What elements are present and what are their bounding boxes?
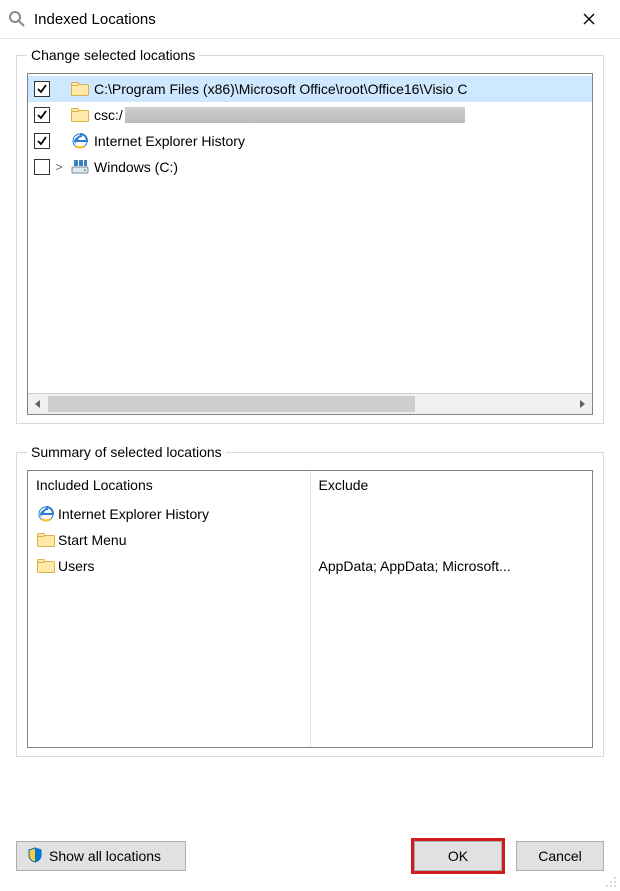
scroll-right-arrow-icon[interactable]	[572, 394, 592, 414]
included-row[interactable]: Users	[36, 553, 302, 579]
ie-icon	[70, 132, 90, 150]
expand-arrow-icon[interactable]: >	[52, 160, 66, 174]
resize-grip-icon[interactable]	[603, 874, 617, 888]
change-locations-legend: Change selected locations	[27, 47, 199, 63]
folder-icon	[70, 106, 90, 124]
included-row[interactable]: Start Menu	[36, 527, 302, 553]
included-label: Internet Explorer History	[58, 506, 209, 522]
exclude-text: AppData; AppData; Microsoft...	[319, 558, 511, 574]
show-all-label: Show all locations	[49, 848, 161, 864]
summary-legend: Summary of selected locations	[27, 444, 226, 460]
tree-row[interactable]: > Windows (C:)	[28, 154, 592, 180]
locations-tree[interactable]: C:\Program Files (x86)\Microsoft Office\…	[27, 73, 593, 415]
exclude-row[interactable]	[319, 501, 585, 527]
ie-icon	[36, 505, 56, 523]
summary-group: Summary of selected locations Included L…	[16, 444, 604, 757]
window-title: Indexed Locations	[34, 11, 566, 28]
checkbox[interactable]	[34, 81, 50, 97]
ok-button[interactable]: OK	[414, 841, 502, 871]
tree-row-label: Windows (C:)	[92, 159, 178, 175]
included-label: Start Menu	[58, 532, 126, 548]
redacted-text	[125, 107, 465, 123]
exclude-row[interactable]: AppData; AppData; Microsoft...	[319, 553, 585, 579]
drive-icon	[70, 158, 90, 176]
shield-icon	[27, 847, 43, 866]
dialog-footer: Show all locations OK Cancel	[0, 827, 620, 891]
show-all-locations-button[interactable]: Show all locations	[16, 841, 186, 871]
summary-list[interactable]: Included Locations Internet Explorer His…	[27, 470, 593, 748]
title-bar: Indexed Locations	[0, 0, 620, 39]
close-icon	[583, 13, 595, 25]
app-icon	[8, 10, 26, 28]
checkbox[interactable]	[34, 133, 50, 149]
exclude-row[interactable]	[319, 527, 585, 553]
tree-row[interactable]: Internet Explorer History	[28, 128, 592, 154]
included-header: Included Locations	[28, 471, 310, 501]
folder-icon	[36, 531, 56, 549]
included-column: Included Locations Internet Explorer His…	[28, 471, 310, 747]
tree-row-label: C:\Program Files (x86)\Microsoft Office\…	[92, 81, 467, 97]
scroll-track[interactable]	[48, 396, 572, 412]
folder-icon	[70, 80, 90, 98]
cancel-button[interactable]: Cancel	[516, 841, 604, 871]
folder-icon	[36, 557, 56, 575]
change-locations-group: Change selected locations C:\Program Fil…	[16, 47, 604, 424]
exclude-column: Exclude AppData; AppData; Microsoft...	[310, 471, 593, 747]
checkbox[interactable]	[34, 159, 50, 175]
included-row[interactable]: Internet Explorer History	[36, 501, 302, 527]
tree-row-label: csc:/	[92, 107, 123, 123]
included-label: Users	[58, 558, 95, 574]
scroll-left-arrow-icon[interactable]	[28, 394, 48, 414]
checkbox[interactable]	[34, 107, 50, 123]
exclude-header: Exclude	[311, 471, 593, 501]
close-button[interactable]	[566, 4, 612, 34]
tree-row-label: Internet Explorer History	[92, 133, 245, 149]
tree-row[interactable]: C:\Program Files (x86)\Microsoft Office\…	[28, 76, 592, 102]
tree-row[interactable]: csc:/	[28, 102, 592, 128]
horizontal-scrollbar[interactable]	[28, 393, 592, 414]
scroll-thumb[interactable]	[48, 396, 415, 412]
indexed-locations-dialog: Indexed Locations Change selected locati…	[0, 0, 620, 891]
